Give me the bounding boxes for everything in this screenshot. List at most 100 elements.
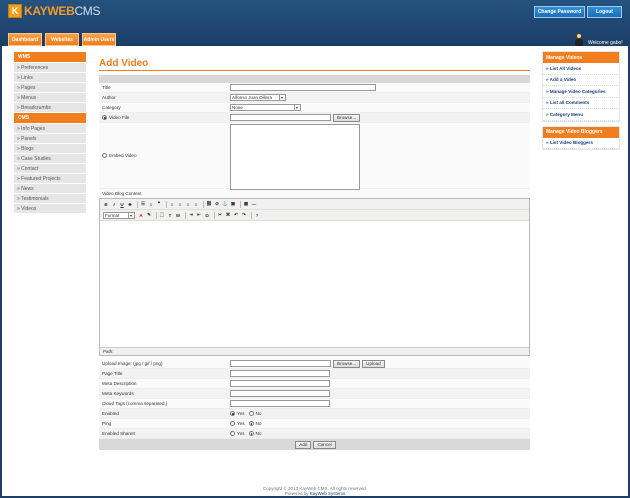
link-category-menu[interactable]: » Category Menu (543, 109, 619, 121)
align-justify-icon[interactable]: ≡ (193, 201, 199, 207)
category-select[interactable]: None ▾ (230, 104, 301, 111)
shareit-yes-radio[interactable] (230, 431, 235, 436)
code-icon[interactable]: ⌘ (225, 212, 231, 218)
logo-text-suffix: CMS (74, 4, 101, 18)
chevron-down-icon: ▾ (279, 95, 283, 100)
format-select[interactable]: Format ▾ (103, 211, 135, 219)
image-icon[interactable]: ▣ (230, 201, 236, 207)
row-meta-description: Meta Description (99, 379, 530, 389)
sidebar-item-links[interactable]: » Links (14, 73, 86, 82)
text-color-icon[interactable]: A (138, 212, 144, 218)
right-sidebar: Manage Videos » List All Videos » Add a … (542, 51, 620, 154)
row-cloud-tags: Cloud Tags (comma separated.) (99, 399, 530, 409)
sidebar-heading-wms: WMS (14, 52, 86, 62)
sidebar-item-contact[interactable]: » Contact (14, 164, 86, 173)
tab-dashboard[interactable]: Dashboard (8, 33, 42, 46)
form-top-bar (99, 75, 530, 83)
content-label: Video Blog Content (99, 189, 530, 198)
align-center-icon[interactable]: ≡ (177, 201, 183, 207)
undo-icon[interactable]: ↶ (233, 212, 239, 218)
link-list-all-videos[interactable]: » List All Videos (543, 63, 619, 75)
link-manage-video-categories[interactable]: » Manage Video Categories (543, 86, 619, 98)
sidebar-item-featured-projects[interactable]: » Featured Projects (14, 174, 86, 183)
sidebar-item-preferences[interactable]: » Preferences (14, 63, 86, 72)
page-title-input[interactable] (230, 370, 330, 377)
meta-keywords-input[interactable] (230, 390, 330, 397)
add-button[interactable]: Add (295, 440, 312, 449)
sidebar-item-breadcrumbs[interactable]: » Breadcrumbs (14, 103, 86, 112)
title-input[interactable] (230, 84, 376, 91)
sidebar-item-news[interactable]: » News (14, 184, 86, 193)
meta-description-input[interactable] (230, 380, 330, 387)
cleanup-icon[interactable]: ✂ (217, 212, 223, 218)
sidebar-item-testimonials[interactable]: » Testimonials (14, 194, 86, 203)
tab-websites[interactable]: Websites (45, 33, 79, 46)
underline-icon[interactable]: U (119, 201, 125, 207)
ping-no-radio[interactable] (248, 421, 254, 426)
rich-text-editor[interactable]: B I U S ☰ ≡ ❝ ≡ ≡ ≡ ≡ ⛓ ⊘ ⚓ ▣ ▦ — Format… (99, 198, 530, 356)
link-icon[interactable]: ⛓ (206, 201, 212, 207)
upload-image-label: Upload Image: (jpg / gif / png) (102, 361, 163, 366)
row-category: Category None ▾ (99, 103, 530, 113)
sidebar-item-info-pages[interactable]: » Info Pages (14, 124, 86, 133)
author-label: Author (102, 95, 116, 100)
tab-admin-users[interactable]: Admin Users (82, 33, 116, 46)
link-list-video-bloggers[interactable]: » List Video Bloggers (543, 138, 619, 149)
chevron-down-icon: ▾ (128, 212, 132, 218)
highlight-icon[interactable]: ✎ (146, 212, 152, 218)
unlink-icon[interactable]: ⊘ (214, 201, 220, 207)
italic-icon[interactable]: I (111, 201, 117, 207)
video-file-input[interactable] (230, 114, 331, 121)
sidebar-item-menus[interactable]: » Menus (14, 93, 86, 102)
upload-button[interactable]: Upload (362, 359, 385, 368)
embed-video-radio[interactable] (102, 153, 107, 158)
redo-icon[interactable]: ↷ (241, 212, 247, 218)
sidebar-item-blogs[interactable]: » Blogs (14, 144, 86, 153)
sidebar-item-videos[interactable]: » Videos (14, 204, 86, 213)
help-icon[interactable]: ? (254, 212, 260, 218)
insert-table-icon[interactable]: ▦ (243, 201, 249, 207)
video-file-radio[interactable] (102, 115, 107, 120)
sidebar-item-pages[interactable]: » Pages (14, 83, 86, 92)
embed-video-textarea[interactable] (230, 123, 360, 190)
logout-button[interactable]: Logout (587, 6, 622, 18)
form-actions: Add Cancel (99, 439, 530, 450)
paste-word-icon[interactable]: W (175, 212, 181, 218)
link-add-video[interactable]: » Add a Video (543, 75, 619, 86)
footer-powered-link[interactable]: KayWeb Systems (310, 491, 345, 496)
image-browse-button[interactable]: Browse... (333, 359, 361, 368)
horizontal-rule-icon[interactable]: — (251, 201, 257, 207)
shareit-yes-label: Yes (237, 431, 245, 436)
blockquote-icon[interactable]: ❝ (156, 201, 162, 207)
sidebar-item-case-studies[interactable]: » Case Studies (14, 154, 86, 163)
main-content: Add Video Title Author Alfonso Juan Dill… (99, 58, 530, 450)
numbered-list-icon[interactable]: ≡ (148, 201, 154, 207)
bullet-list-icon[interactable]: ☰ (140, 201, 146, 207)
cloud-tags-input[interactable] (230, 400, 330, 407)
change-password-button[interactable]: Change Password (534, 6, 585, 18)
strikethrough-icon[interactable]: S (127, 201, 133, 207)
paste-icon[interactable]: 📋 (159, 212, 165, 218)
upload-image-input[interactable] (230, 360, 331, 367)
cloud-tags-label: Cloud Tags (comma separated.) (102, 401, 168, 406)
header: K KAYWEB CMS Change Password Logout Dash… (0, 0, 630, 46)
special-char-icon[interactable]: Ω (204, 212, 210, 218)
enabled-yes-radio[interactable] (230, 411, 235, 416)
align-right-icon[interactable]: ≡ (185, 201, 191, 207)
bold-icon[interactable]: B (103, 201, 109, 207)
video-browse-button[interactable]: Browse... (333, 113, 361, 122)
outdent-icon[interactable]: ⇤ (196, 212, 202, 218)
paste-text-icon[interactable]: T (167, 212, 173, 218)
sidebar-item-panels[interactable]: » Panels (14, 134, 86, 143)
anchor-icon[interactable]: ⚓ (222, 201, 228, 207)
link-list-all-comments[interactable]: » List all Comments (543, 98, 619, 109)
align-left-icon[interactable]: ≡ (169, 201, 175, 207)
shareit-label: Enabled ShareIt (102, 431, 135, 436)
shareit-no-radio[interactable] (248, 431, 254, 436)
author-select[interactable]: Alfonso Juan Dillera ▾ (230, 94, 286, 101)
indent-icon[interactable]: ⇥ (188, 212, 194, 218)
category-label: Category (102, 105, 121, 110)
ping-yes-radio[interactable] (230, 421, 235, 426)
cancel-button[interactable]: Cancel (313, 440, 336, 449)
enabled-no-radio[interactable] (248, 411, 254, 416)
